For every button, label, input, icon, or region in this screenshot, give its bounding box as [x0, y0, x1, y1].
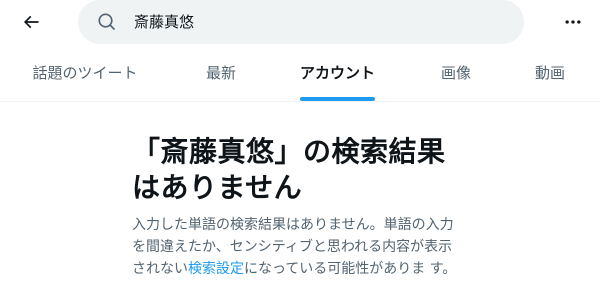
top-bar: 斎藤真悠 — [0, 0, 600, 44]
empty-state-text-after: になっている可能性がありま す。 — [244, 261, 457, 277]
more-horizontal-icon — [565, 20, 581, 24]
empty-state-description: 入力した単語の検索結果はありません。単語の入力を間違えたか、センシティブと思われ… — [132, 214, 462, 280]
tab-top[interactable]: 話題のツイート — [28, 44, 142, 101]
tab-latest[interactable]: 最新 — [196, 44, 246, 101]
tab-accounts[interactable]: アカウント — [297, 44, 378, 101]
search-field[interactable]: 斎藤真悠 — [78, 0, 524, 44]
empty-state: 「斎藤真悠」の検索結果はありません 入力した単語の検索結果はありません。単語の入… — [132, 134, 462, 280]
empty-state-title: 「斎藤真悠」の検索結果はありません — [132, 135, 446, 204]
tab-images[interactable]: 画像 — [431, 44, 481, 101]
tab-videos[interactable]: 動画 — [525, 44, 575, 101]
search-input-value[interactable]: 斎藤真悠 — [134, 11, 194, 33]
search-tabs: 話題のツイート 最新 アカウント 画像 動画 — [0, 44, 600, 102]
back-button[interactable] — [14, 5, 48, 39]
more-options-button[interactable] — [556, 5, 590, 39]
search-icon — [98, 13, 116, 31]
active-tab-indicator — [300, 97, 375, 101]
search-settings-link[interactable]: 検索設定 — [188, 261, 244, 277]
arrow-left-icon — [23, 15, 39, 29]
